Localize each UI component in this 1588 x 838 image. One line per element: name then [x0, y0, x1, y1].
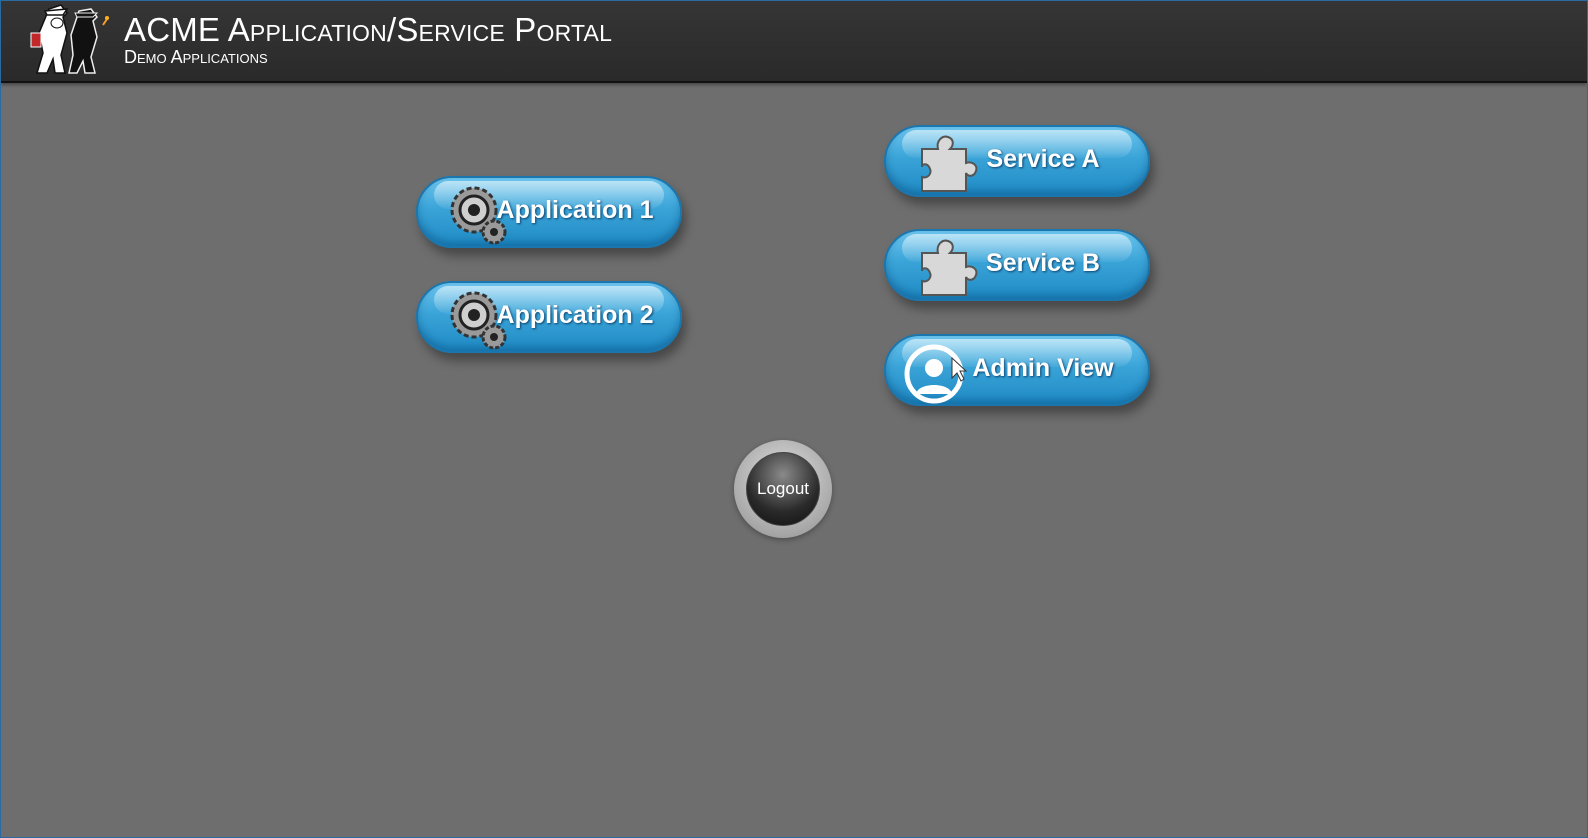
page-subtitle: Demo Applications — [124, 47, 268, 67]
application-1-button[interactable]: Application 1 — [416, 176, 682, 248]
application-2-label: Application 2 — [496, 301, 654, 329]
logout-button[interactable]: Logout — [734, 440, 832, 538]
app-window: ACME Application/Service Portal Demo App… — [0, 0, 1588, 838]
application-2-button[interactable]: Application 2 — [416, 281, 682, 353]
header-bar: ACME Application/Service Portal Demo App… — [1, 1, 1587, 83]
page-title: ACME Application/Service Portal — [124, 11, 613, 48]
service-a-label: Service A — [986, 145, 1100, 173]
admin-view-label: Admin View — [972, 354, 1114, 382]
logout-label: Logout — [746, 452, 820, 526]
spy-characters-logo — [30, 4, 109, 74]
application-1-label: Application 1 — [496, 196, 654, 224]
service-a-button[interactable]: Service A — [884, 125, 1150, 197]
admin-view-button[interactable]: Admin View — [884, 334, 1150, 406]
service-b-button[interactable]: Service B — [884, 229, 1150, 301]
service-b-label: Service B — [986, 249, 1100, 277]
